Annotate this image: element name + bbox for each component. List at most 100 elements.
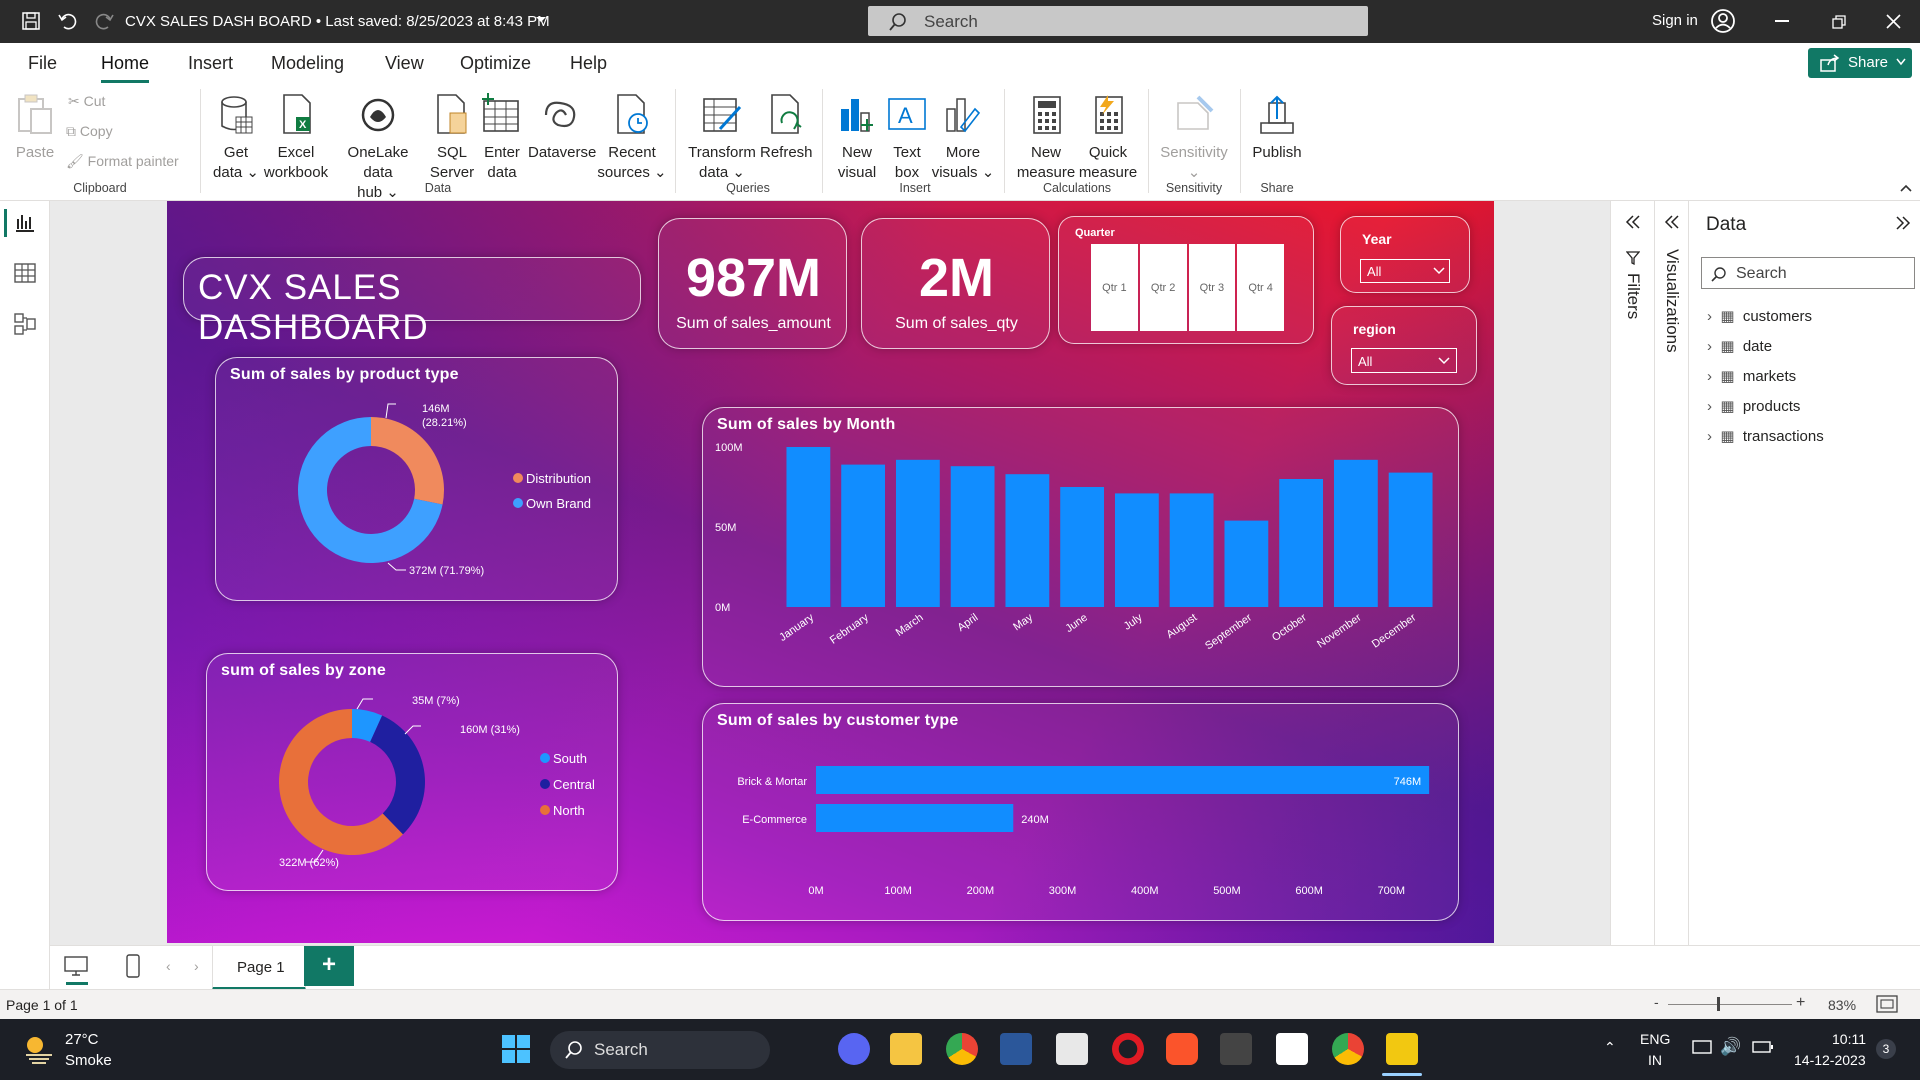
table-item-markets[interactable]: › ▦ markets — [1707, 367, 1796, 389]
report-view-icon[interactable] — [14, 213, 36, 233]
excel-workbook-button[interactable]: X Excel workbook — [262, 93, 330, 183]
tab-view[interactable]: View — [385, 53, 424, 74]
product-type-chart-card[interactable]: Sum of sales by product type 146M (28.21%… — [215, 357, 618, 601]
title-dropdown-icon[interactable] — [535, 14, 547, 26]
sensitivity-button[interactable]: Sensitivity ⌄ — [1154, 93, 1234, 183]
format-painter-button[interactable]: 🖌 Format painter — [66, 153, 179, 170]
volume-icon[interactable]: 🔊 — [1720, 1037, 1741, 1057]
title-bar: CVX SALES DASH BOARD • Last saved: 8/25/… — [0, 0, 1920, 43]
visualizations-pane[interactable]: Visualizations — [1654, 201, 1688, 945]
snipping-tool-icon[interactable] — [1056, 1033, 1088, 1065]
word-icon[interactable] — [1000, 1033, 1032, 1065]
tab-insert[interactable]: Insert — [188, 53, 233, 74]
close-icon[interactable] — [1886, 14, 1901, 29]
fit-to-page-icon[interactable] — [1876, 995, 1898, 1013]
share-button[interactable]: Share — [1808, 48, 1912, 78]
meet-app-icon[interactable] — [838, 1033, 870, 1065]
language-code[interactable]: ENG — [1640, 1031, 1670, 1047]
zoom-out-button[interactable]: - — [1654, 994, 1659, 1010]
kpi-card-sales-qty[interactable]: 2M Sum of sales_qty — [861, 218, 1050, 349]
tab-file[interactable]: File — [28, 53, 57, 74]
app-icon[interactable] — [1220, 1033, 1252, 1065]
slicer-tile-qtr1[interactable]: Qtr 1 — [1091, 244, 1138, 331]
recent-sources-button[interactable]: Recent sources ⌄ — [596, 93, 668, 183]
page-tab-1[interactable]: Page 1 — [212, 946, 306, 990]
quick-measure-button[interactable]: Quick measure — [1074, 93, 1142, 183]
brave-icon[interactable] — [1166, 1033, 1198, 1065]
slicer-tile-qtr2[interactable]: Qtr 2 — [1139, 244, 1187, 331]
next-page-icon[interactable]: › — [194, 958, 199, 974]
year-dropdown[interactable]: All — [1360, 259, 1450, 283]
data-search-input[interactable]: Search — [1701, 257, 1915, 289]
power-bi-icon[interactable] — [1386, 1033, 1418, 1065]
dataverse-button[interactable]: Dataverse — [528, 93, 596, 163]
table-item-products[interactable]: › ▦ products — [1707, 397, 1800, 419]
collapse-ribbon-icon[interactable] — [1900, 183, 1912, 193]
paste-button[interactable]: Paste — [12, 93, 58, 163]
taskbar-search[interactable]: Search — [550, 1031, 770, 1069]
publish-button[interactable]: Publish — [1248, 93, 1306, 163]
refresh-button[interactable]: Refresh — [760, 93, 813, 163]
battery-icon[interactable] — [1752, 1041, 1774, 1053]
chevron-up-icon[interactable]: ⌃ — [1604, 1039, 1616, 1056]
transform-data-button[interactable]: Transform data ⌄ — [686, 93, 758, 183]
account-icon[interactable] — [1710, 8, 1736, 34]
windows-start-icon[interactable] — [502, 1035, 530, 1063]
network-icon[interactable] — [1692, 1039, 1714, 1057]
table-item-transactions[interactable]: › ▦ transactions — [1707, 427, 1824, 449]
get-data-button[interactable]: Get data ⌄ — [208, 93, 264, 183]
tab-help[interactable]: Help — [570, 53, 607, 74]
year-slicer[interactable]: Year All — [1340, 216, 1470, 293]
opera-icon[interactable] — [1112, 1033, 1144, 1065]
notion-icon[interactable] — [1276, 1033, 1308, 1065]
chrome-icon[interactable] — [946, 1033, 978, 1065]
region-dropdown[interactable]: All — [1351, 348, 1457, 373]
save-icon[interactable] — [20, 10, 42, 32]
expand-filters-icon[interactable] — [1625, 215, 1641, 229]
filters-pane[interactable]: Filters — [1610, 201, 1654, 945]
tab-optimize[interactable]: Optimize — [460, 53, 531, 74]
tab-home[interactable]: Home — [101, 53, 149, 74]
file-explorer-icon[interactable] — [890, 1033, 922, 1065]
more-visuals-button[interactable]: More visuals ⌄ — [930, 93, 996, 183]
region-slicer[interactable]: region All — [1331, 306, 1477, 385]
enter-data-button[interactable]: Enter data — [478, 93, 526, 183]
minimize-icon[interactable] — [1775, 20, 1789, 22]
expand-visualizations-icon[interactable] — [1664, 215, 1680, 229]
sign-in-link[interactable]: Sign in — [1652, 12, 1698, 29]
mobile-layout-icon[interactable] — [126, 954, 140, 978]
weather-icon[interactable] — [22, 1033, 56, 1065]
report-page[interactable]: CVX SALES DASHBOARD 987M Sum of sales_am… — [167, 201, 1494, 943]
restore-icon[interactable] — [1832, 15, 1846, 29]
zoom-slider[interactable] — [1668, 1004, 1792, 1005]
customer-type-chart-card[interactable]: Sum of sales by customer type Brick & Mo… — [702, 703, 1459, 921]
slicer-tile-qtr3[interactable]: Qtr 3 — [1188, 244, 1236, 331]
global-search-box[interactable]: Search — [868, 6, 1368, 36]
zoom-slider-thumb[interactable] — [1717, 997, 1720, 1011]
slicer-tile-qtr4[interactable]: Qtr 4 — [1237, 244, 1284, 331]
cut-button[interactable]: ✂ Cut — [68, 93, 105, 110]
new-visual-button[interactable]: New visual — [832, 93, 882, 183]
add-page-button[interactable]: + — [304, 946, 354, 986]
notification-badge[interactable]: 3 — [1876, 1039, 1896, 1059]
zone-chart-card[interactable]: sum of sales by zone 35M (7%) 160M (31%) 3… — [206, 653, 618, 891]
redo-icon[interactable] — [94, 10, 116, 32]
table-item-customers[interactable]: › ▦ customers — [1707, 307, 1812, 329]
sql-server-button[interactable]: SQL Server — [428, 93, 476, 183]
zoom-in-button[interactable]: + — [1796, 994, 1805, 1012]
text-box-button[interactable]: A Text box — [884, 93, 930, 183]
new-measure-button[interactable]: New measure — [1012, 93, 1080, 183]
desktop-layout-icon[interactable] — [64, 956, 88, 976]
prev-page-icon[interactable]: ‹ — [166, 958, 171, 974]
tab-modeling[interactable]: Modeling — [271, 53, 344, 74]
collapse-data-pane-icon[interactable] — [1895, 216, 1911, 230]
table-view-icon[interactable] — [14, 263, 36, 283]
undo-icon[interactable] — [56, 10, 78, 32]
quarter-slicer[interactable]: Quarter Qtr 1 Qtr 2 Qtr 3 Qtr 4 — [1058, 216, 1314, 344]
copy-button[interactable]: ⧉ Copy — [66, 123, 113, 140]
table-item-date[interactable]: › ▦ date — [1707, 337, 1772, 359]
chrome-profile-icon[interactable] — [1332, 1033, 1364, 1065]
kpi-card-sales-amount[interactable]: 987M Sum of sales_amount — [658, 218, 847, 349]
month-chart-card[interactable]: Sum of sales by Month 100M 50M 0M January Fe… — [702, 407, 1459, 687]
model-view-icon[interactable] — [14, 313, 36, 335]
